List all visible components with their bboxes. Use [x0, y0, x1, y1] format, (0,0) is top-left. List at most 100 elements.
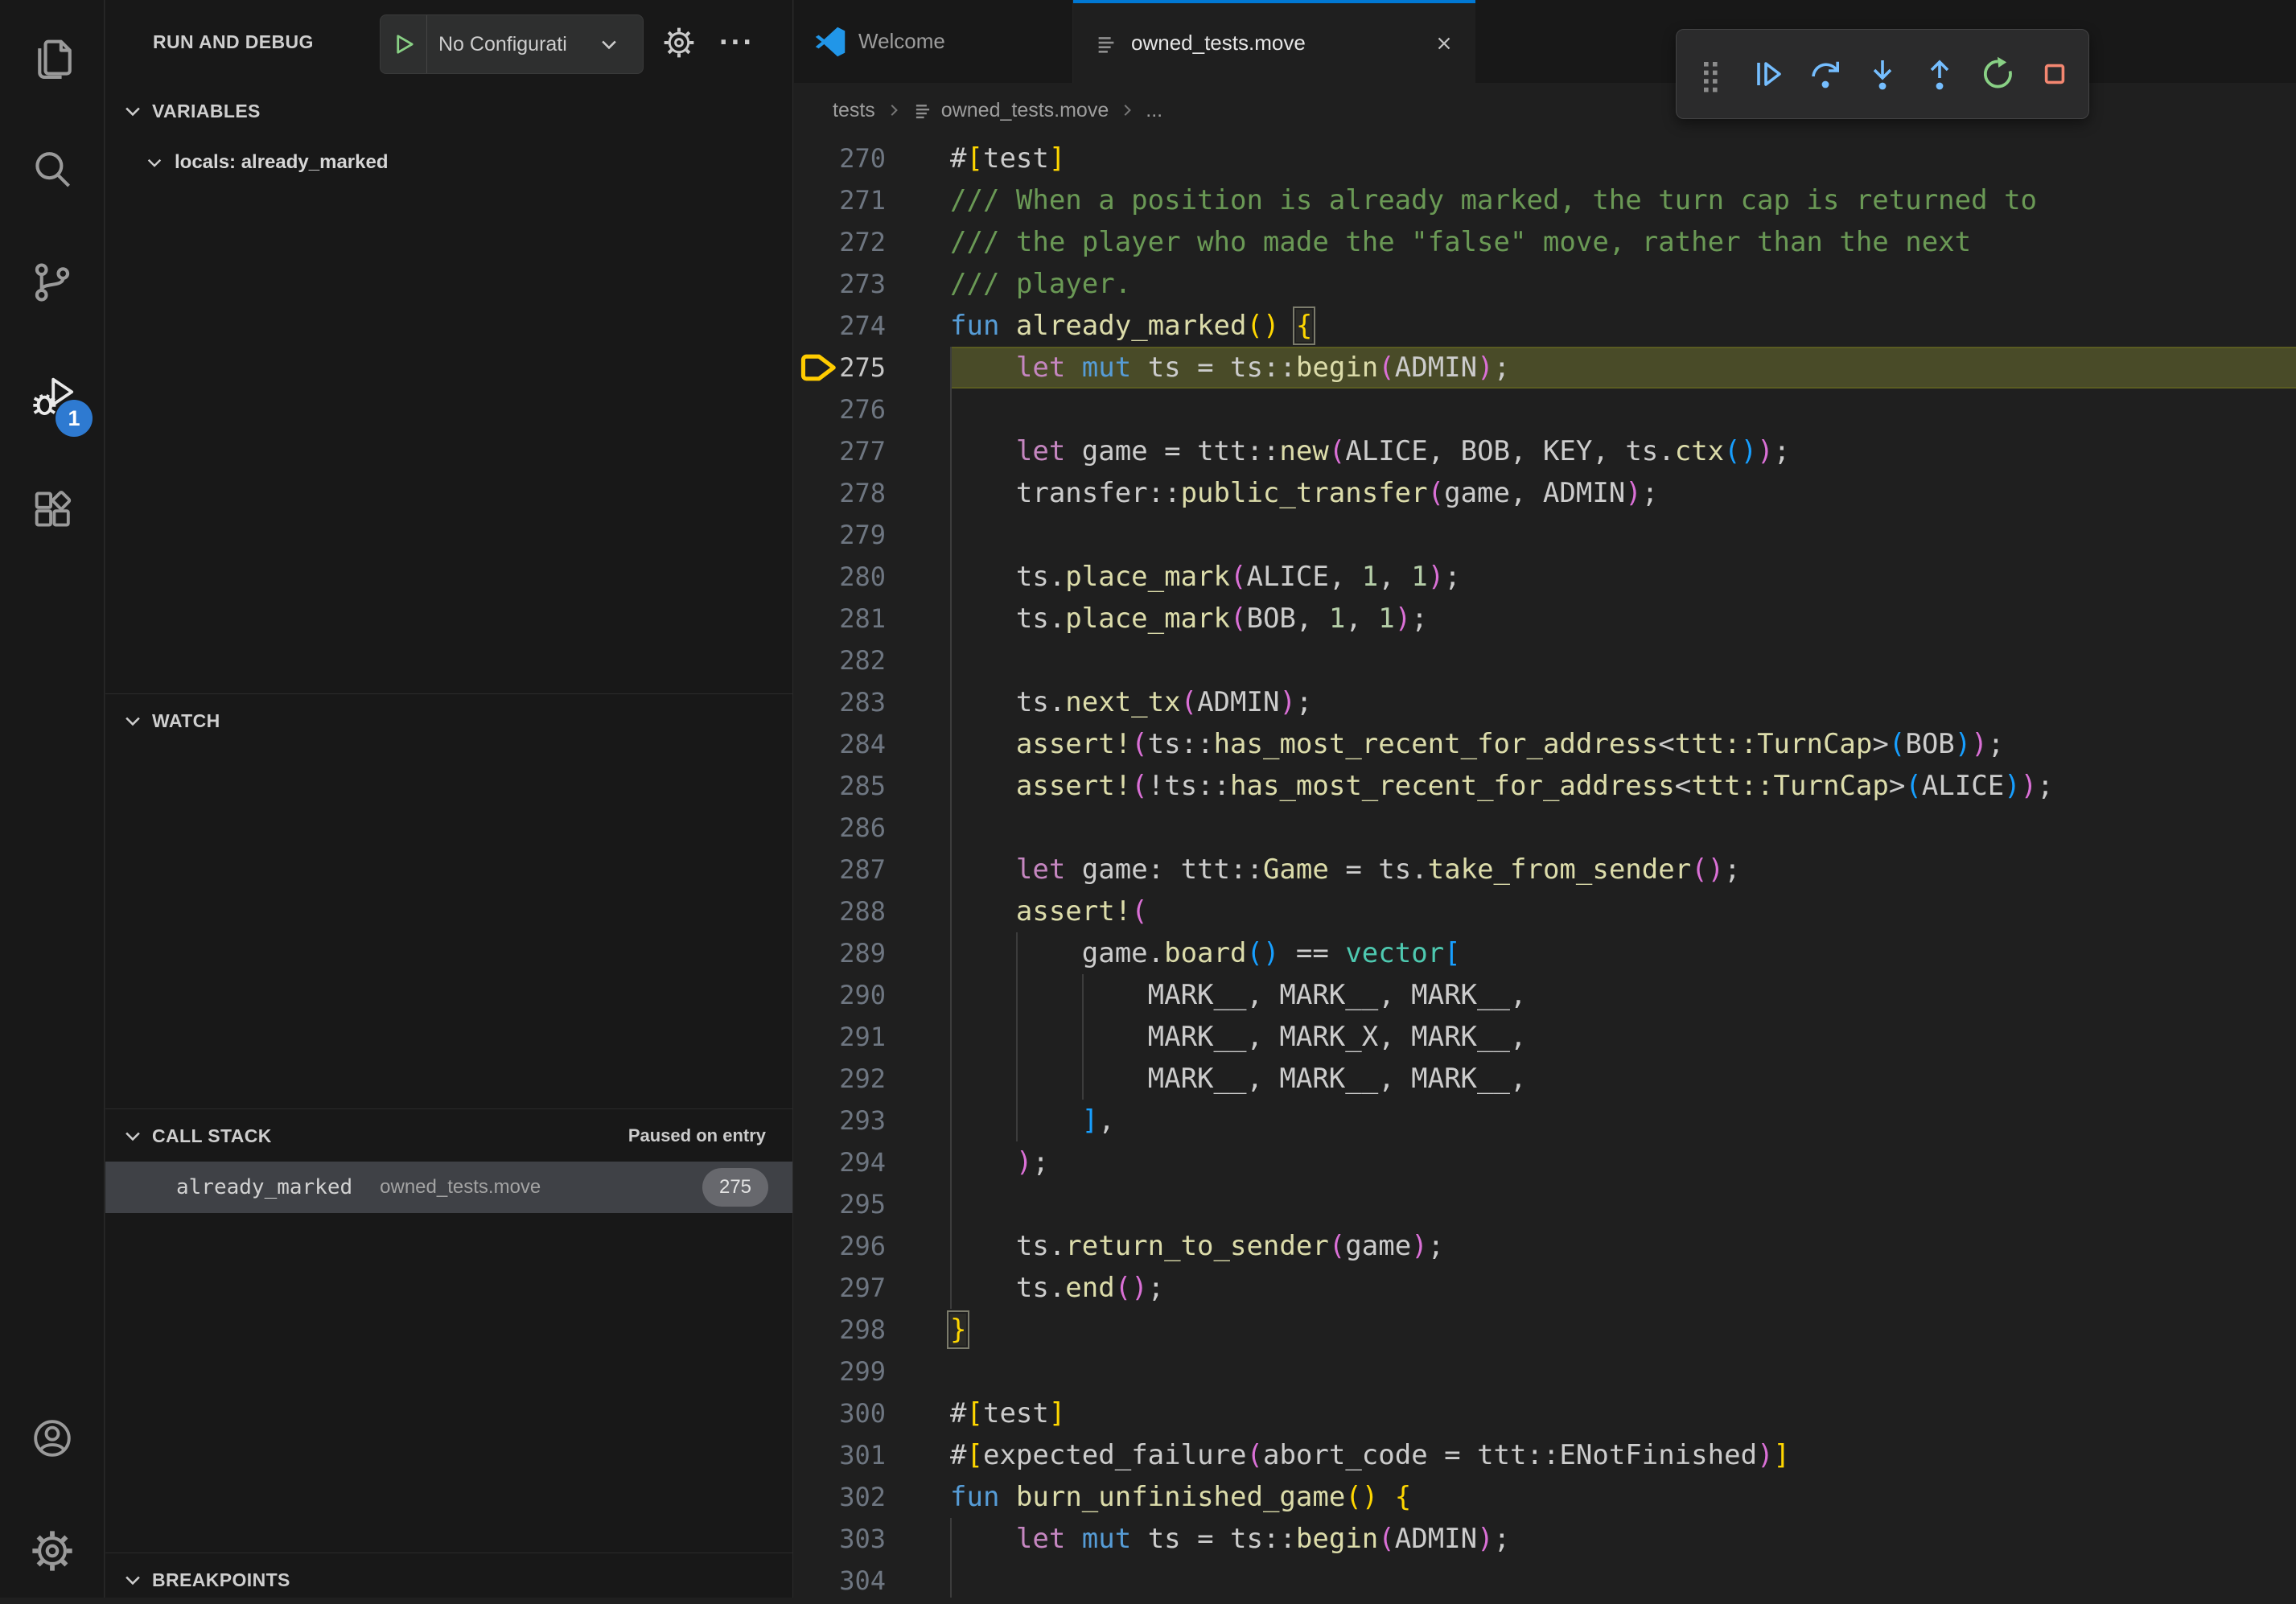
call-stack-section-header[interactable]: CALL STACK Paused on entry: [105, 1112, 792, 1160]
tab-owned-tests-move[interactable]: owned_tests.move: [1073, 0, 1475, 83]
line-number[interactable]: 301: [794, 1434, 886, 1476]
code-line[interactable]: 293 ],: [794, 1100, 2296, 1141]
code-line[interactable]: 300#[test]: [794, 1392, 2296, 1434]
line-number[interactable]: 281: [794, 598, 886, 640]
watch-section-header[interactable]: WATCH: [105, 697, 792, 745]
line-number[interactable]: 273: [794, 263, 886, 305]
code-line[interactable]: 277 let game = ttt::new(ALICE, BOB, KEY,…: [794, 430, 2296, 472]
sidebar-item-source-control[interactable]: [0, 237, 104, 327]
code-line[interactable]: 298}: [794, 1309, 2296, 1351]
line-number[interactable]: 290: [794, 974, 886, 1016]
code-line[interactable]: 282: [794, 640, 2296, 681]
line-number[interactable]: 274: [794, 305, 886, 347]
line-number[interactable]: 284: [794, 723, 886, 765]
code-line[interactable]: 270#[test]: [794, 138, 2296, 179]
code-line[interactable]: 289 game.board() == vector[: [794, 932, 2296, 974]
line-number[interactable]: 302: [794, 1476, 886, 1518]
code-line[interactable]: 278 transfer::public_transfer(game, ADMI…: [794, 472, 2296, 514]
code-line[interactable]: 283 ts.next_tx(ADMIN);: [794, 681, 2296, 723]
code-line[interactable]: 284 assert!(ts::has_most_recent_for_addr…: [794, 723, 2296, 765]
settings-button[interactable]: [0, 1506, 104, 1596]
line-number[interactable]: 279: [794, 514, 886, 556]
line-number[interactable]: 288: [794, 890, 886, 932]
start-debugging-button[interactable]: [381, 15, 427, 73]
code-line[interactable]: 291 MARK__, MARK_X, MARK__,: [794, 1016, 2296, 1058]
line-number[interactable]: 289: [794, 932, 886, 974]
breakpoints-section-header[interactable]: BREAKPOINTS: [105, 1556, 792, 1604]
variables-scope-row[interactable]: locals: already_marked: [105, 138, 792, 187]
code-line[interactable]: 271/// When a position is already marked…: [794, 179, 2296, 221]
breadcrumb-folder[interactable]: tests: [833, 99, 875, 122]
code-line[interactable]: 296 ts.return_to_sender(game);: [794, 1225, 2296, 1267]
line-number[interactable]: 283: [794, 681, 886, 723]
call-stack-frame-row[interactable]: already_marked owned_tests.move 275: [105, 1162, 792, 1213]
code-line[interactable]: 288 assert!(: [794, 890, 2296, 932]
restart-button[interactable]: [1972, 40, 2023, 108]
line-number[interactable]: 270: [794, 138, 886, 179]
line-number[interactable]: 272: [794, 221, 886, 263]
configuration-dropdown[interactable]: No Configurati: [438, 33, 596, 56]
code-line[interactable]: 294 );: [794, 1141, 2296, 1183]
line-number[interactable]: 277: [794, 430, 886, 472]
continue-button[interactable]: [1742, 40, 1793, 108]
code-line[interactable]: 303 let mut ts = ts::begin(ADMIN);: [794, 1518, 2296, 1560]
step-into-button[interactable]: [1857, 40, 1908, 108]
account-button[interactable]: [0, 1393, 104, 1483]
code-line[interactable]: 281 ts.place_mark(BOB, 1, 1);: [794, 598, 2296, 640]
line-number[interactable]: 285: [794, 765, 886, 807]
sidebar-item-extensions[interactable]: [0, 465, 104, 555]
close-icon[interactable]: [1434, 33, 1455, 54]
line-number[interactable]: 276: [794, 389, 886, 430]
code-line[interactable]: 301#[expected_failure(abort_code = ttt::…: [794, 1434, 2296, 1476]
step-out-button[interactable]: [1914, 40, 1965, 108]
code-line[interactable]: 286: [794, 807, 2296, 849]
code-line[interactable]: 285 assert!(!ts::has_most_recent_for_add…: [794, 765, 2296, 807]
sidebar-item-explorer[interactable]: [0, 12, 104, 102]
variables-section-header[interactable]: VARIABLES: [105, 87, 792, 135]
sidebar-item-run-and-debug[interactable]: 1: [0, 352, 104, 442]
sidebar-item-search[interactable]: [0, 125, 104, 215]
line-number[interactable]: 295: [794, 1183, 886, 1225]
code-line[interactable]: 299: [794, 1351, 2296, 1392]
code-line[interactable]: 273/// player.: [794, 263, 2296, 305]
code-line[interactable]: 272/// the player who made the "false" m…: [794, 221, 2296, 263]
line-number[interactable]: 286: [794, 807, 886, 849]
open-launch-json-button[interactable]: [649, 13, 709, 72]
more-actions-button[interactable]: ···: [707, 13, 767, 72]
line-number[interactable]: 287: [794, 849, 886, 890]
stop-button[interactable]: [2029, 40, 2080, 108]
tab-welcome[interactable]: Welcome: [794, 0, 1073, 83]
line-number[interactable]: 280: [794, 556, 886, 598]
code-line[interactable]: 297 ts.end();: [794, 1267, 2296, 1309]
code-line[interactable]: 276: [794, 389, 2296, 430]
debug-toolbar[interactable]: [1676, 29, 2089, 119]
line-number[interactable]: 298: [794, 1309, 886, 1351]
code-editor[interactable]: 270#[test]271/// When a position is alre…: [794, 138, 2296, 1598]
line-number[interactable]: 282: [794, 640, 886, 681]
line-number[interactable]: 292: [794, 1058, 886, 1100]
line-number[interactable]: 293: [794, 1100, 886, 1141]
drag-handle[interactable]: [1685, 40, 1736, 108]
line-number[interactable]: 304: [794, 1560, 886, 1598]
code-line[interactable]: 280 ts.place_mark(ALICE, 1, 1);: [794, 556, 2296, 598]
code-line[interactable]: 290 MARK__, MARK__, MARK__,: [794, 974, 2296, 1016]
code-line[interactable]: 287 let game: ttt::Game = ts.take_from_s…: [794, 849, 2296, 890]
line-number[interactable]: 278: [794, 472, 886, 514]
line-number[interactable]: 271: [794, 179, 886, 221]
line-number[interactable]: 297: [794, 1267, 886, 1309]
code-line[interactable]: 275 let mut ts = ts::begin(ADMIN);: [794, 347, 2296, 389]
breadcrumb-symbol[interactable]: ...: [1146, 99, 1162, 122]
code-line[interactable]: 279: [794, 514, 2296, 556]
line-number[interactable]: 294: [794, 1141, 886, 1183]
line-number[interactable]: 296: [794, 1225, 886, 1267]
code-line[interactable]: 292 MARK__, MARK__, MARK__,: [794, 1058, 2296, 1100]
code-line[interactable]: 304: [794, 1560, 2296, 1598]
code-line[interactable]: 302fun burn_unfinished_game() {: [794, 1476, 2296, 1518]
breadcrumb-file[interactable]: owned_tests.move: [941, 99, 1109, 122]
code-line[interactable]: 295: [794, 1183, 2296, 1225]
line-number[interactable]: 300: [794, 1392, 886, 1434]
line-number[interactable]: 303: [794, 1518, 886, 1560]
launch-configuration-control[interactable]: No Configurati: [380, 14, 644, 74]
step-over-button[interactable]: [1800, 40, 1851, 108]
code-line[interactable]: 274fun already_marked() {: [794, 305, 2296, 347]
